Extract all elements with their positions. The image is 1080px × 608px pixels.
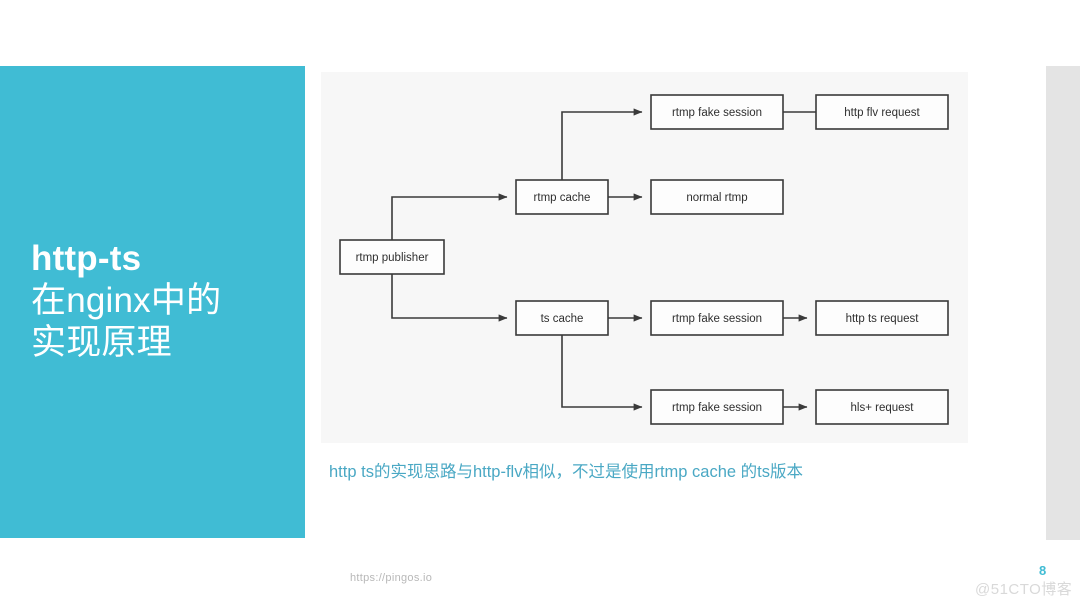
node-http-flv-request[interactable]: http flv request <box>815 94 949 130</box>
node-http-ts-request[interactable]: http ts request <box>815 300 949 336</box>
title-line-3: 实现原理 <box>31 323 172 362</box>
edge-publisher-to-ts-cache <box>391 274 508 322</box>
node-ts-cache[interactable]: ts cache <box>515 300 609 336</box>
diagram-caption: http ts的实现思路与http-flv相似，不过是使用rtmp cache … <box>329 463 803 481</box>
watermark: @51CTO博客 <box>975 581 1073 598</box>
node-label: http flv request <box>844 107 920 119</box>
node-label: hls+ request <box>851 402 915 414</box>
node-hls-request[interactable]: hls+ request <box>815 389 949 425</box>
right-accent-strip <box>1046 66 1080 540</box>
node-label: rtmp fake session <box>672 313 762 325</box>
architecture-diagram: rtmp publisher rtmp cache rtmp fake sess… <box>339 94 949 425</box>
node-rtmp-fake-session-ts[interactable]: rtmp fake session <box>650 300 784 336</box>
page-title: http-ts 在nginx中的 实现原理 <box>31 238 291 364</box>
title-panel: http-ts 在nginx中的 实现原理 <box>0 66 305 538</box>
title-line-1: http-ts <box>31 239 142 278</box>
page-number: 8 <box>1039 563 1047 578</box>
node-normal-rtmp[interactable]: normal rtmp <box>650 179 784 215</box>
node-rtmp-cache[interactable]: rtmp cache <box>515 179 609 215</box>
node-label: normal rtmp <box>686 192 747 204</box>
diagram-panel: rtmp publisher rtmp cache rtmp fake sess… <box>321 72 968 443</box>
slide-canvas: http-ts 在nginx中的 实现原理 rtmp publisher rtm… <box>0 0 1080 608</box>
title-line-2: 在nginx中的 <box>31 281 222 320</box>
node-label: ts cache <box>541 313 584 325</box>
edge-publisher-to-rtmp-cache <box>391 193 508 240</box>
node-rtmp-fake-session-flv[interactable]: rtmp fake session <box>650 94 784 130</box>
node-rtmp-fake-session-hls[interactable]: rtmp fake session <box>650 389 784 425</box>
node-label: http ts request <box>846 313 920 325</box>
node-rtmp-publisher[interactable]: rtmp publisher <box>339 239 445 275</box>
footer-url[interactable]: https://pingos.io <box>350 572 432 584</box>
node-label: rtmp fake session <box>672 402 762 414</box>
node-label: rtmp publisher <box>356 252 429 264</box>
edge-rtmp-cache-to-fake-session <box>561 108 643 180</box>
edge-ts-cache-to-fake-session-hls <box>561 335 643 411</box>
node-label: rtmp fake session <box>672 107 762 119</box>
node-label: rtmp cache <box>534 192 591 204</box>
